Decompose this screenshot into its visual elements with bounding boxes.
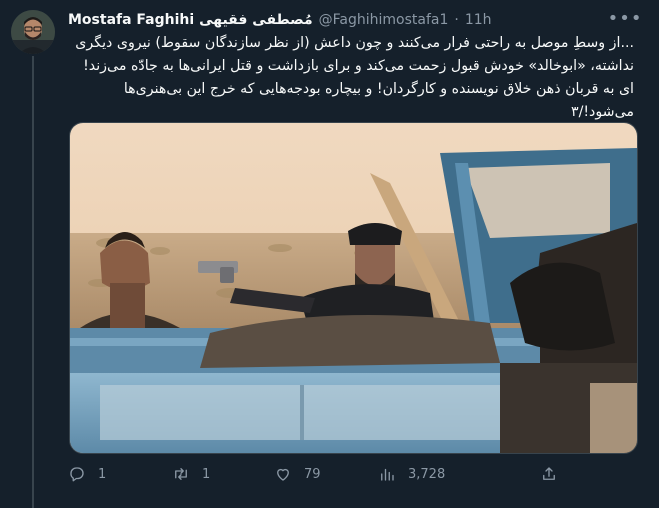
tweet-text-line: ...از وسطِ موصل به راحتی فرار می‌کنند و … <box>75 35 634 51</box>
display-name[interactable]: Mostafa Faghihi مُصطفی فقیهی <box>68 12 313 28</box>
tweet-text-line: می‌شود!/۳ <box>570 104 634 120</box>
views-count: 3,728 <box>408 466 446 482</box>
avatar-image <box>11 10 55 54</box>
movie-still-image <box>70 123 637 453</box>
avatar[interactable] <box>11 10 55 54</box>
more-options-button[interactable]: ••• <box>608 8 642 29</box>
like-count: 79 <box>304 466 321 482</box>
tweet-header: Mostafa Faghihi مُصطفی فقیهی @Faghihimos… <box>68 10 619 30</box>
thread-connector-line <box>32 56 34 508</box>
heart-icon <box>277 468 289 481</box>
retweet-icon <box>175 468 187 480</box>
tweet-text: ...از وسطِ موصل به راحتی فرار می‌کنند و … <box>68 32 634 124</box>
tweet-actions-bar: 1 1 79 3,728 <box>68 462 555 486</box>
share-icon <box>543 467 555 480</box>
user-handle[interactable]: @Faghihimostafa1 <box>319 12 449 28</box>
retweet-count: 1 <box>202 466 211 482</box>
separator-dot: · <box>454 12 459 28</box>
views-icon <box>381 468 394 481</box>
tweet-media-photo[interactable] <box>69 122 638 454</box>
tweet-text-line: ای به قربان ذهن خلاق نویسنده و کارگردان!… <box>123 81 634 97</box>
views-button[interactable]: 3,728 <box>378 465 445 483</box>
timestamp[interactable]: 11h <box>465 12 492 28</box>
reply-button[interactable]: 1 <box>68 465 106 483</box>
like-button[interactable]: 79 <box>274 465 321 483</box>
retweet-button[interactable]: 1 <box>172 465 210 483</box>
reply-count: 1 <box>98 466 107 482</box>
more-horizontal-icon: ••• <box>607 7 643 29</box>
reply-icon <box>70 467 84 482</box>
tweet-text-line: نداشته، «ابوخالد» خودش قبول زحمت می‌کند … <box>83 58 634 74</box>
share-button[interactable] <box>540 465 558 483</box>
